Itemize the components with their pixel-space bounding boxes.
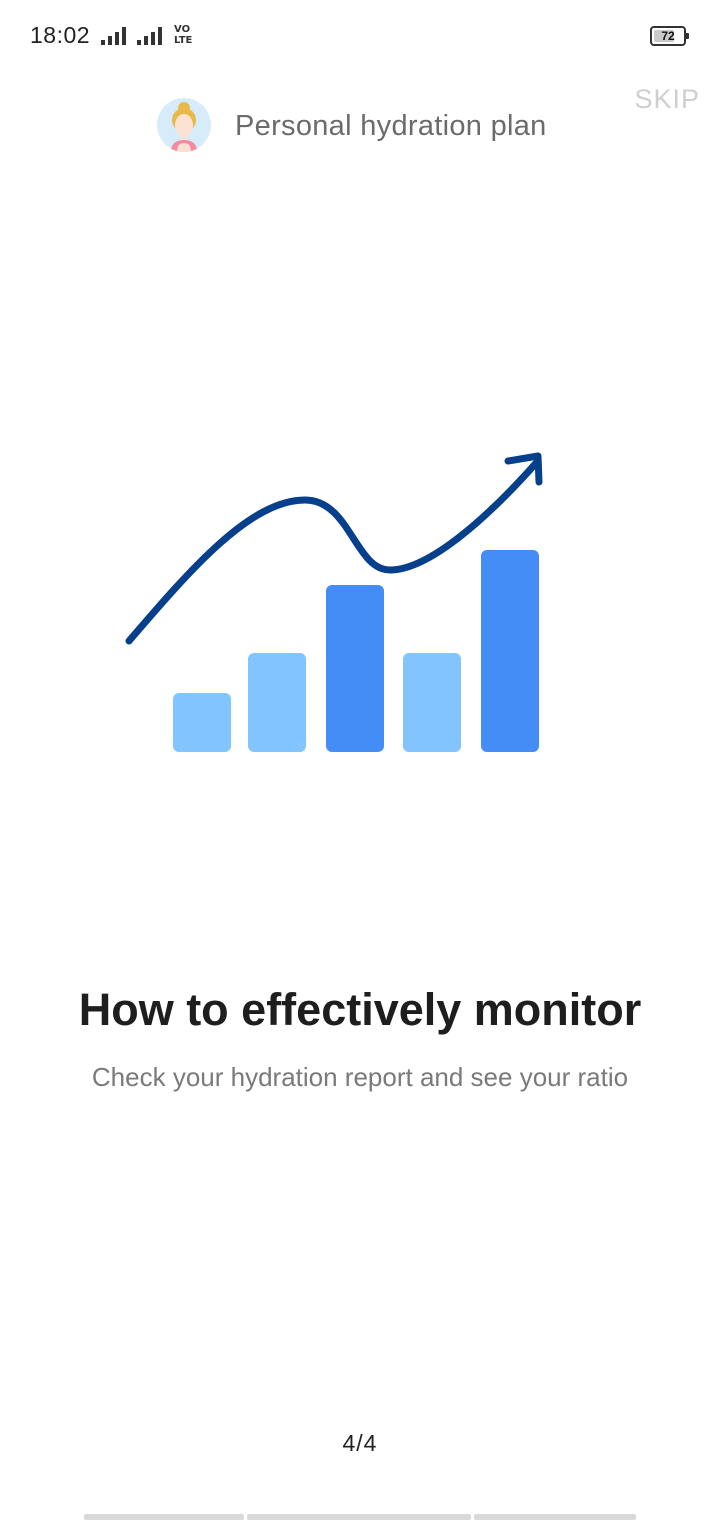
page-indicator: 4/4 [342, 1430, 378, 1456]
growth-bar-chart-icon [100, 420, 570, 770]
progress-segment [474, 1514, 636, 1520]
volte-icon: VO LTE [174, 24, 206, 48]
page-title: Personal hydration plan [235, 110, 547, 142]
battery-level: 72 [661, 29, 675, 43]
battery-tip [686, 33, 689, 39]
illustration-bar [326, 585, 384, 752]
battery-icon: 72 [650, 26, 689, 46]
onboarding-subtitle: Check your hydration report and see your… [91, 1062, 629, 1092]
progress-segment [247, 1514, 471, 1520]
woman-avatar-icon [157, 98, 211, 152]
illustration-bar [248, 653, 306, 752]
volte-line-1: VO [174, 24, 191, 35]
volte-line-2: LTE [174, 35, 193, 46]
illustration-bar [173, 693, 231, 752]
skip-button[interactable]: SKIP [634, 84, 700, 115]
status-time: 18:02 [30, 22, 91, 48]
illustration-bar [403, 653, 461, 752]
signal-strength-icon [137, 27, 162, 45]
status-bar: 18:02 VO LTE 72 [0, 0, 720, 72]
signal-strength-icon [101, 27, 126, 45]
progress-segment [84, 1514, 244, 1520]
illustration-bar [481, 550, 539, 752]
onboarding-title: How to effectively monitor [78, 984, 642, 1035]
page-progress-bar [84, 1514, 636, 1520]
header: Personal hydration plan SKIP [0, 80, 720, 180]
